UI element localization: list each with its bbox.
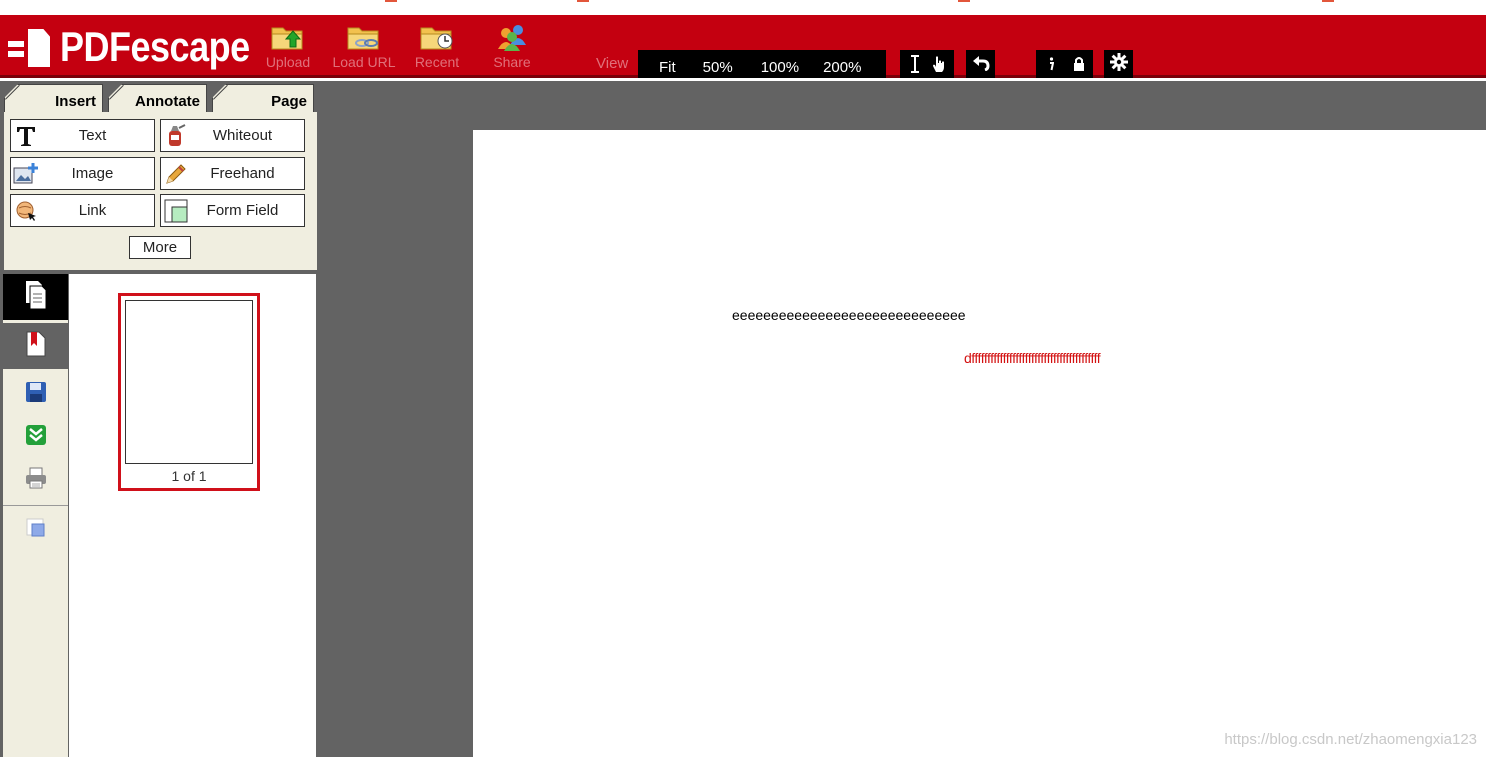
app-header: PDFescape Upload Load URL Recent Share V… — [0, 15, 1486, 78]
form-fields-list-button[interactable] — [3, 512, 68, 548]
sidebar-icon-rail — [3, 274, 68, 757]
folder-link-icon — [346, 21, 382, 51]
whiteout-bottle-icon — [161, 120, 191, 151]
zoom-fit[interactable]: Fit — [659, 59, 676, 76]
load-url-button[interactable]: Load URL — [331, 21, 397, 75]
recent-label: Recent — [414, 54, 460, 70]
floppy-disk-icon — [25, 381, 47, 407]
pages-icon — [24, 280, 48, 314]
zoom-100[interactable]: 100% — [761, 59, 799, 76]
image-add-icon — [11, 158, 41, 189]
share-button[interactable]: Share — [481, 21, 543, 75]
more-tools-button[interactable]: More — [129, 236, 191, 259]
print-button[interactable] — [3, 462, 68, 498]
pdfescape-logo[interactable]: PDFescape — [8, 22, 250, 71]
logo-wordmark: PDFescape — [60, 22, 250, 71]
pdf-page[interactable]: eeeeeeeeeeeeeeeeeeeeeeeeeeeeee dffffffff… — [473, 130, 1486, 757]
link-tool-button[interactable]: Link — [10, 194, 155, 227]
form-field-icon — [161, 195, 191, 226]
load-url-label: Load URL — [332, 54, 396, 70]
hand-pointer-icon[interactable] — [927, 55, 951, 73]
zoom-200[interactable]: 200% — [823, 59, 861, 76]
select-tools — [900, 50, 954, 78]
bookmarks-button[interactable] — [3, 323, 68, 369]
zoom-bar: Fit 50% 100% 200% — [638, 50, 886, 78]
form-field-tool-button[interactable]: Form Field — [160, 194, 305, 227]
page-count-caption: 1 of 1 — [171, 468, 207, 484]
upload-button[interactable]: Upload — [257, 21, 319, 75]
tab-annotate[interactable]: Annotate — [108, 84, 207, 114]
info-lock-group: ​ — [1036, 50, 1093, 78]
whiteout-tool-button[interactable]: Whiteout — [160, 119, 305, 152]
field-square-icon — [26, 518, 46, 542]
rail-divider — [3, 505, 68, 506]
undo-icon — [972, 53, 990, 75]
share-label: Share — [493, 54, 531, 70]
tool-tabs: Insert Annotate Page — [4, 84, 316, 114]
settings-button[interactable] — [1104, 50, 1133, 78]
zoom-50[interactable]: 50% — [703, 59, 733, 76]
download-button[interactable] — [3, 419, 68, 455]
insert-tool-panel: Text Whiteout Image Freehand Link Form F… — [4, 112, 317, 270]
link-globe-icon — [11, 195, 41, 226]
view-label: View — [596, 55, 629, 72]
tab-page[interactable]: Page — [212, 84, 314, 114]
text-t-icon — [11, 120, 41, 151]
download-chevrons-icon — [25, 424, 47, 450]
folder-upload-icon — [270, 21, 306, 51]
recent-button[interactable]: Recent — [406, 21, 468, 75]
thumbnail-panel: 1 of 1 — [69, 274, 316, 757]
pdfescape-logo-icon — [8, 27, 52, 67]
pencil-icon — [161, 158, 191, 189]
page-thumbnail-selected[interactable]: 1 of 1 — [118, 293, 260, 491]
info-icon[interactable]: ​ — [1037, 56, 1065, 72]
document-viewer: eeeeeeeeeeeeeeeeeeeeeeeeeeeeee dffffffff… — [319, 81, 1486, 757]
text-annotation-black[interactable]: eeeeeeeeeeeeeeeeeeeeeeeeeeeeee — [732, 307, 966, 323]
gear-icon — [1109, 53, 1128, 75]
text-annotation-red[interactable]: dfffffffffffffffffffffffffffffffffffffff… — [964, 350, 1101, 366]
page-thumbnails-button[interactable] — [3, 274, 68, 320]
lock-icon[interactable] — [1065, 56, 1093, 72]
undo-button[interactable] — [966, 50, 995, 78]
left-panel: Insert Annotate Page Text Whiteout Image — [0, 81, 319, 757]
save-button[interactable] — [3, 376, 68, 412]
image-tool-button[interactable]: Image — [10, 157, 155, 190]
browser-top-strip — [0, 0, 1486, 15]
upload-label: Upload — [265, 54, 311, 70]
freehand-tool-button[interactable]: Freehand — [160, 157, 305, 190]
watermark-text: https://blog.csdn.net/zhaomengxia123 — [1224, 731, 1477, 748]
thumbnail-page — [125, 300, 253, 464]
text-cursor-icon[interactable] — [903, 55, 927, 73]
bookmark-page-icon — [25, 330, 47, 362]
people-share-icon — [494, 21, 530, 51]
text-tool-button[interactable]: Text — [10, 119, 155, 152]
printer-icon — [24, 466, 48, 494]
tab-insert[interactable]: Insert — [4, 84, 103, 114]
folder-clock-icon — [419, 21, 455, 51]
